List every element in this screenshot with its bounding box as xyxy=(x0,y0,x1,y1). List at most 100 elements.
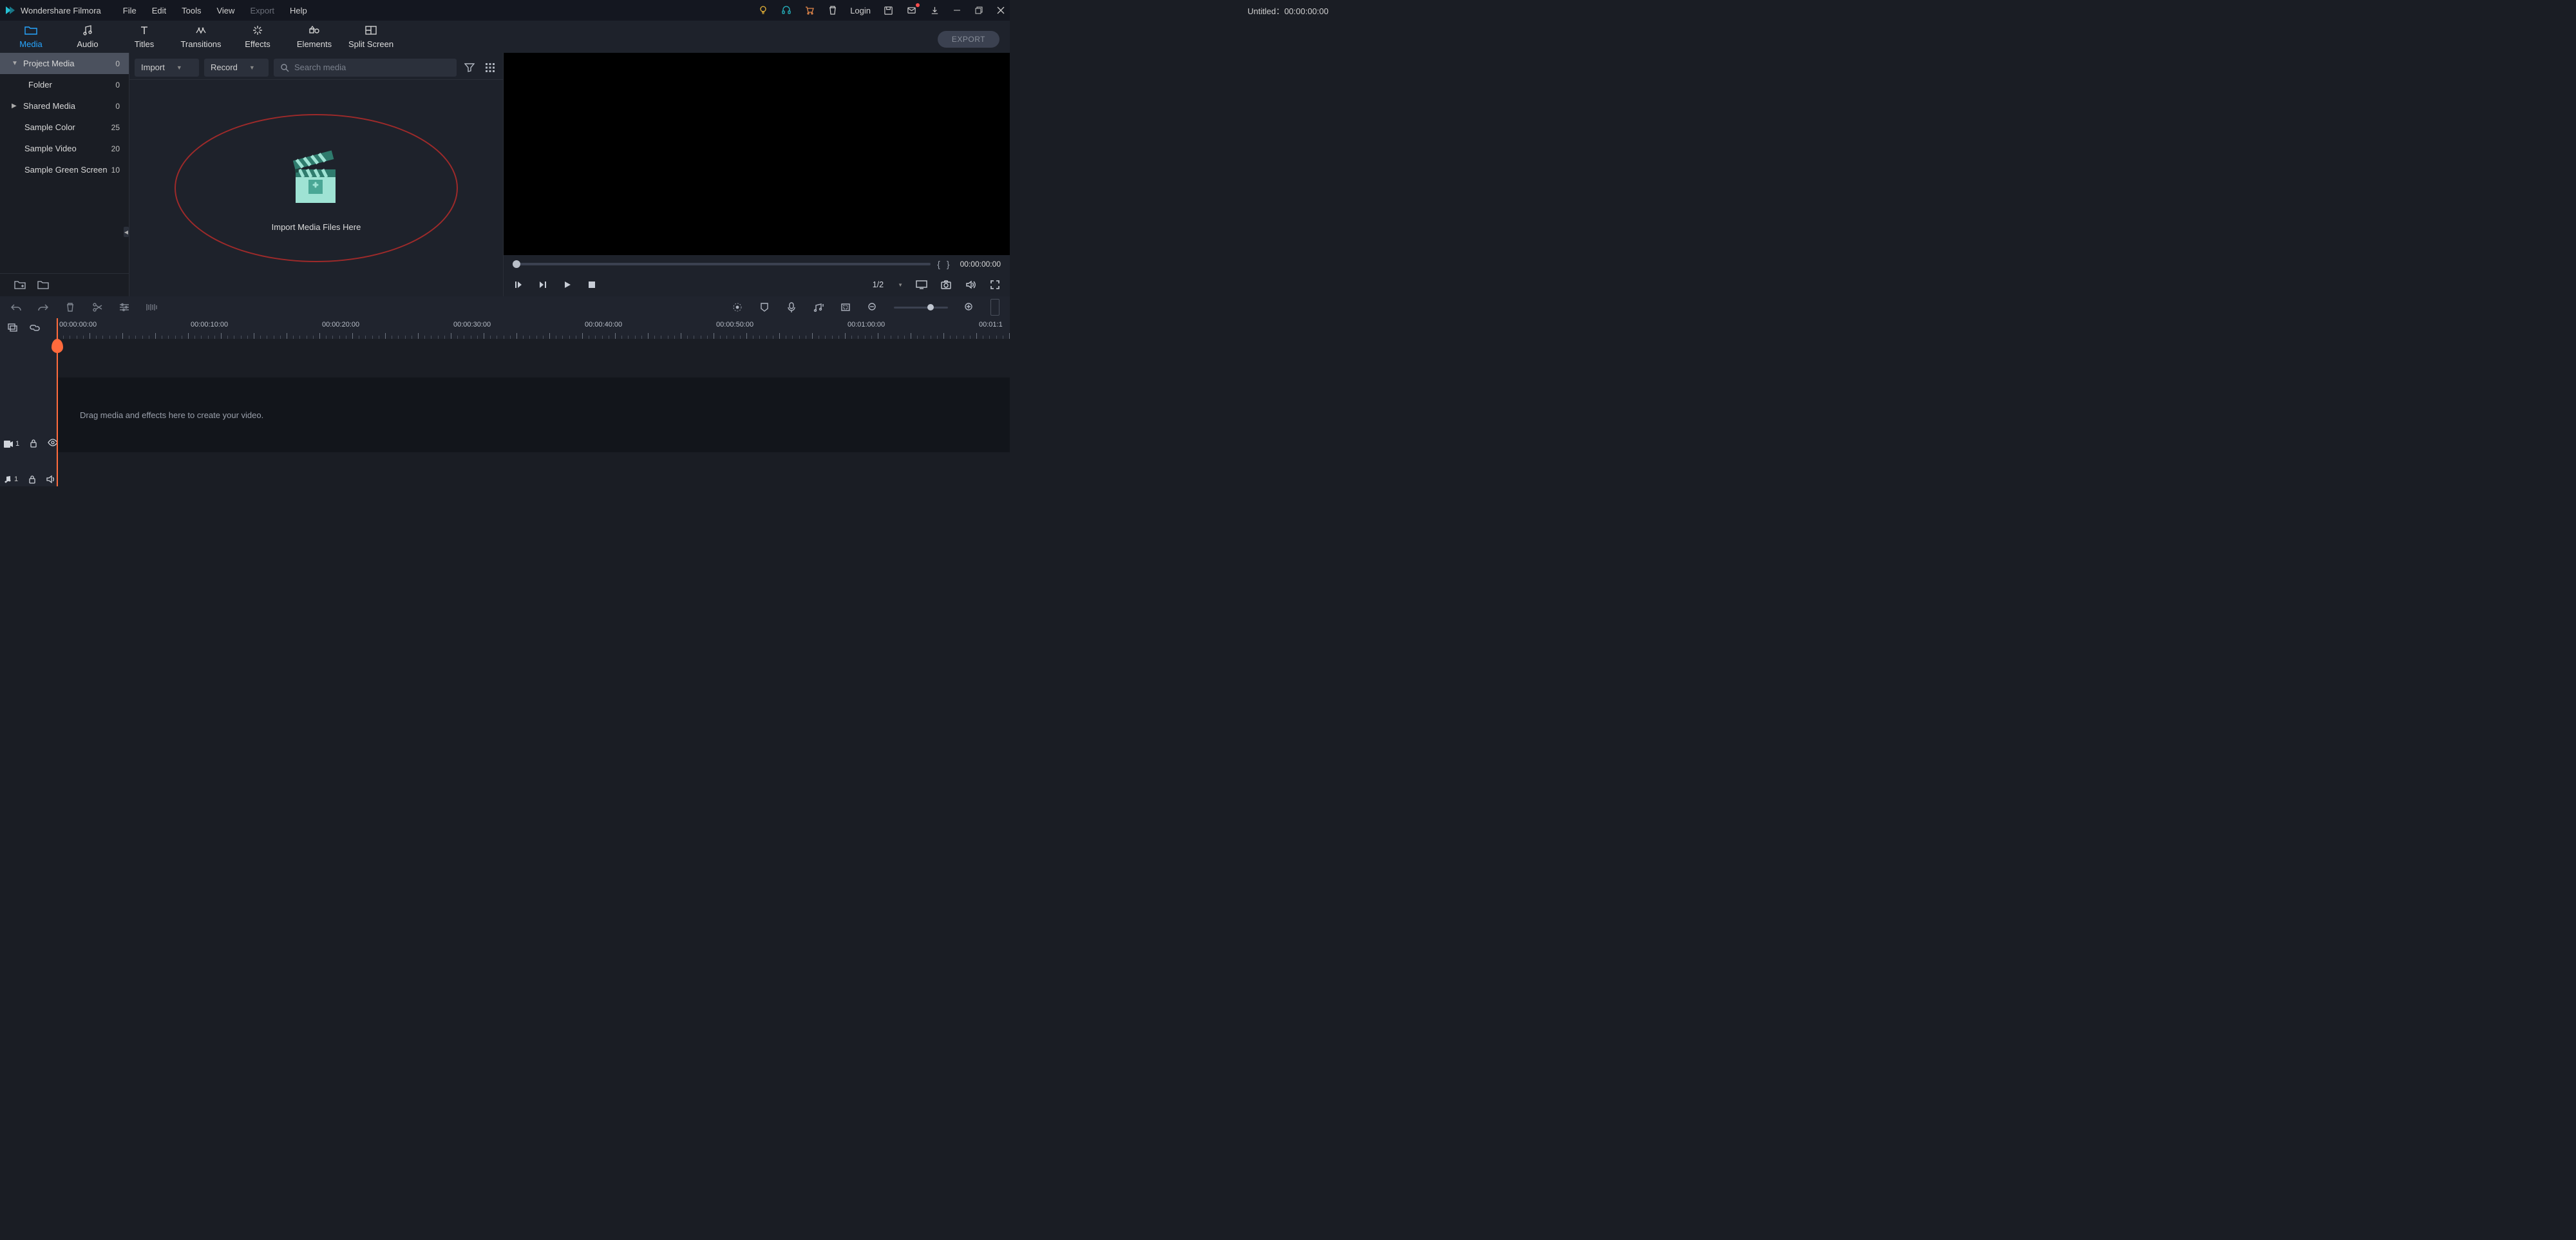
store-cart-icon[interactable] xyxy=(804,5,815,16)
sidebar-item-count: 20 xyxy=(111,144,120,153)
tab-split-screen[interactable]: Split Screen xyxy=(346,24,395,53)
record-dropdown[interactable]: Record ▼ xyxy=(204,59,269,77)
sidebar-item-project-media[interactable]: ▼ Project Media 0 xyxy=(0,53,129,74)
mark-in-icon[interactable]: { xyxy=(937,259,940,269)
preview-seek-track[interactable] xyxy=(513,263,931,265)
zoom-fit-button[interactable] xyxy=(990,299,999,316)
tab-label: Split Screen xyxy=(348,39,393,49)
track-manager-icon[interactable] xyxy=(8,323,18,334)
tips-bulb-icon[interactable] xyxy=(757,5,769,16)
undo-icon[interactable] xyxy=(10,301,22,313)
menu-tools[interactable]: Tools xyxy=(175,3,207,18)
save-icon[interactable] xyxy=(882,5,894,16)
display-icon[interactable] xyxy=(916,279,927,291)
import-drop-zone[interactable]: Import Media Files Here xyxy=(129,80,503,296)
download-icon[interactable] xyxy=(929,5,940,16)
app-logo-icon xyxy=(4,5,15,16)
lock-icon[interactable] xyxy=(28,475,36,484)
window-minimize-button[interactable] xyxy=(952,5,962,15)
playhead-grip[interactable] xyxy=(52,339,63,353)
tab-effects[interactable]: Effects xyxy=(233,24,282,53)
zoom-out-icon[interactable] xyxy=(867,301,878,313)
menu-view[interactable]: View xyxy=(210,3,241,18)
trash-icon[interactable] xyxy=(827,5,838,16)
ruler-mark: 00:00:00:00 xyxy=(59,321,97,329)
new-folder-icon[interactable] xyxy=(14,280,26,291)
menu-help[interactable]: Help xyxy=(283,3,314,18)
menu-file[interactable]: File xyxy=(117,3,143,18)
adjust-sliders-icon[interactable] xyxy=(118,301,130,313)
timeline-playhead[interactable] xyxy=(57,318,58,486)
message-icon[interactable] xyxy=(905,5,917,16)
ruler-mark: 00:00:50:00 xyxy=(716,321,753,329)
zoom-slider-thumb[interactable] xyxy=(927,304,934,310)
video-track[interactable]: Drag media and effects here to create yo… xyxy=(57,377,1010,452)
search-media-input[interactable] xyxy=(294,62,450,72)
zoom-in-icon[interactable] xyxy=(963,301,975,313)
volume-icon[interactable] xyxy=(965,279,976,291)
tab-label: Elements xyxy=(297,39,332,49)
speaker-icon[interactable] xyxy=(46,475,55,483)
media-toolbar: Import ▼ Record ▼ xyxy=(129,55,503,80)
tab-media[interactable]: Media xyxy=(6,24,55,53)
preview-quality[interactable]: 1/2 xyxy=(873,280,884,289)
grid-view-icon[interactable] xyxy=(482,60,498,75)
login-button[interactable]: Login xyxy=(850,6,871,15)
audio-track-header[interactable]: 1 xyxy=(0,472,56,486)
delete-icon[interactable] xyxy=(64,301,76,313)
support-headset-icon[interactable] xyxy=(781,5,792,16)
workspace-tabs: Media Audio Titles Transitions Effects E… xyxy=(0,21,1010,53)
title-bar: Wondershare Filmora File Edit Tools View… xyxy=(0,0,1010,21)
sidebar-collapse-handle[interactable]: ◀ xyxy=(124,227,129,237)
stop-icon[interactable] xyxy=(586,279,598,291)
chevron-down-icon[interactable]: ▼ xyxy=(898,282,903,288)
voiceover-mic-icon[interactable] xyxy=(786,301,797,313)
zoom-slider[interactable] xyxy=(894,307,948,309)
fullscreen-icon[interactable] xyxy=(989,279,1001,291)
preview-seek-row: { } 00:00:00:00 xyxy=(504,255,1010,273)
step-forward-icon[interactable] xyxy=(537,279,549,291)
filter-icon[interactable] xyxy=(462,60,477,75)
preview-seek-thumb[interactable] xyxy=(513,260,520,268)
lock-icon[interactable] xyxy=(30,439,37,449)
video-track-header[interactable]: 1 xyxy=(0,415,56,472)
menu-edit[interactable]: Edit xyxy=(146,3,173,18)
open-folder-icon[interactable] xyxy=(37,280,49,291)
sidebar-item-shared-media[interactable]: ▶ Shared Media 0 xyxy=(0,95,129,117)
render-icon[interactable] xyxy=(146,301,157,313)
tab-elements[interactable]: Elements xyxy=(290,24,339,53)
sidebar-item-sample-video[interactable]: Sample Video 20 xyxy=(0,138,129,159)
text-icon xyxy=(138,24,151,37)
timeline-body[interactable]: 00:00:00:00 00:00:10:00 00:00:20:00 00:0… xyxy=(57,318,1010,486)
audio-mixer-icon[interactable] xyxy=(813,301,824,313)
play-icon[interactable] xyxy=(562,279,573,291)
timeline-ruler[interactable]: 00:00:00:00 00:00:10:00 00:00:20:00 00:0… xyxy=(57,318,1010,339)
color-wheel-icon[interactable] xyxy=(732,301,743,313)
step-back-icon[interactable] xyxy=(513,279,524,291)
import-dropdown[interactable]: Import ▼ xyxy=(135,59,199,77)
tab-transitions[interactable]: Transitions xyxy=(176,24,225,53)
audio-track[interactable] xyxy=(57,452,1010,478)
sidebar-item-count: 10 xyxy=(111,166,120,175)
mark-out-icon[interactable]: } xyxy=(947,259,950,269)
export-button[interactable]: EXPORT xyxy=(938,31,999,48)
marker-shield-icon[interactable] xyxy=(759,301,770,313)
tab-titles[interactable]: Titles xyxy=(120,24,169,53)
snapshot-icon[interactable] xyxy=(940,279,952,291)
sidebar-item-sample-green-screen[interactable]: Sample Green Screen 10 xyxy=(0,159,129,180)
search-media-field[interactable] xyxy=(274,59,457,77)
tab-audio[interactable]: Audio xyxy=(63,24,112,53)
ruler-mark: 00:00:10:00 xyxy=(191,321,228,329)
link-icon[interactable] xyxy=(30,323,40,334)
preview-panel: { } 00:00:00:00 1/2 ▼ xyxy=(504,53,1010,296)
split-scissors-icon[interactable] xyxy=(91,301,103,313)
window-maximize-button[interactable] xyxy=(974,5,984,15)
redo-icon[interactable] xyxy=(37,301,49,313)
sidebar-item-label: Shared Media xyxy=(23,101,75,111)
crop-icon[interactable] xyxy=(840,301,851,313)
audio-track-index: 1 xyxy=(14,475,18,483)
tab-label: Audio xyxy=(77,39,98,49)
sidebar-item-folder[interactable]: Folder 0 xyxy=(0,74,129,95)
sidebar-item-sample-color[interactable]: Sample Color 25 xyxy=(0,117,129,138)
window-close-button[interactable] xyxy=(996,5,1006,15)
